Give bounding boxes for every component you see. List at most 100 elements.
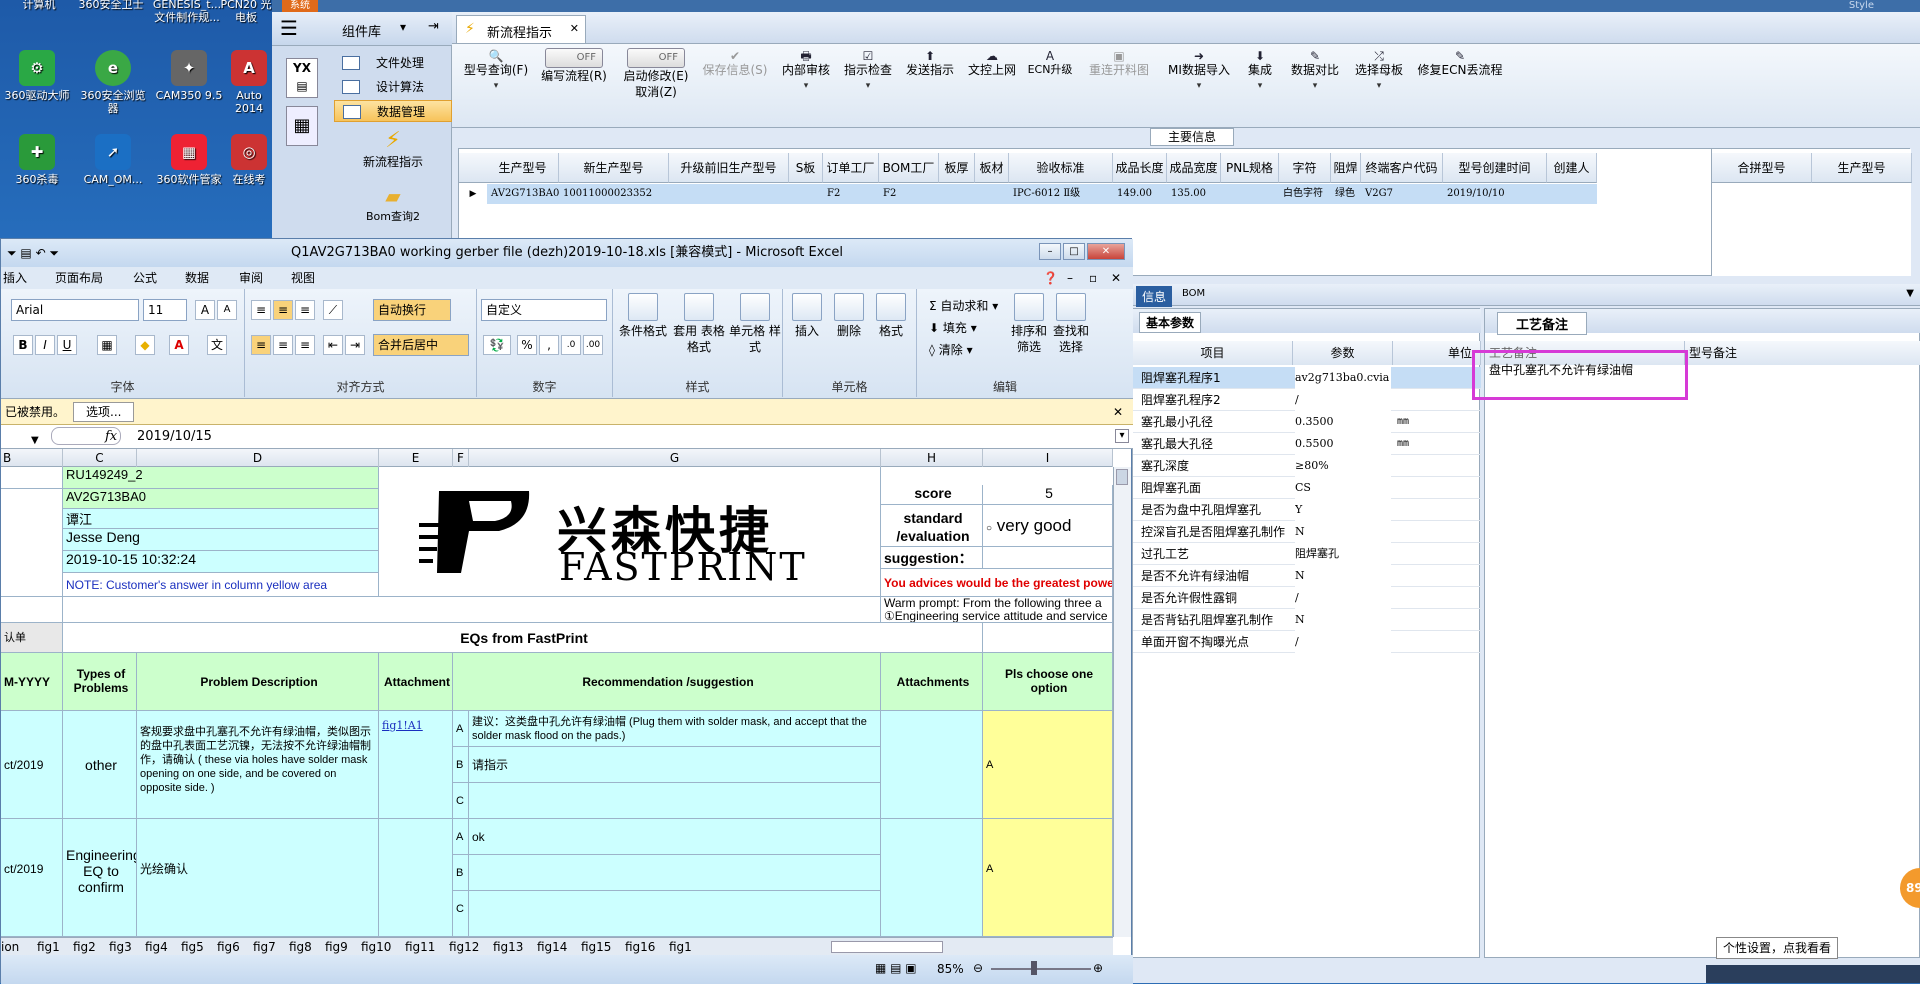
grow-font-icon[interactable]: A — [195, 300, 215, 320]
cell-row2-recommendation-a[interactable]: ok — [469, 819, 881, 855]
sheet-tab[interactable]: fig2 — [73, 938, 96, 955]
grid-cell[interactable]: F2 — [879, 184, 939, 204]
yx-logo-icon[interactable]: YX ▤ — [286, 58, 318, 98]
increase-indent-icon[interactable]: ⇥ — [345, 335, 365, 355]
grid-cell[interactable] — [1547, 184, 1597, 204]
param-value[interactable]: N — [1295, 565, 1391, 587]
cell-row1-option[interactable]: A — [983, 711, 1113, 819]
param-row[interactable]: 是否为盘中孔阻焊塞孔 Y — [1133, 499, 1481, 521]
column-header[interactable]: G — [469, 449, 881, 467]
orientation-icon[interactable]: ⟋ — [323, 300, 343, 320]
zoom-slider[interactable] — [991, 968, 1091, 970]
doc-online-button[interactable]: ☁ 文控上网 — [964, 48, 1020, 78]
param-row[interactable]: 是否不允许有绿油帽 N — [1133, 565, 1481, 587]
cell-option-b[interactable]: B — [453, 855, 469, 891]
cell-row2-attachment[interactable] — [379, 819, 453, 937]
param-row[interactable]: 是否背钻孔阻焊塞孔制作 N — [1133, 609, 1481, 631]
tab-insert[interactable]: 插入 — [3, 267, 27, 289]
align-top-icon[interactable]: ≡ — [251, 300, 271, 320]
cell-advice[interactable]: You advices would be the greatest powe — [881, 569, 1113, 597]
desktop-icon-360-browser[interactable]: e 360安全浏览器 — [76, 50, 150, 115]
start-modify-toggle[interactable]: OFF 启动修改(E) 取消(Z) — [618, 48, 694, 100]
tab-review[interactable]: 审阅 — [239, 267, 263, 289]
param-row[interactable]: 单面开窗不掏曝光点 / — [1133, 631, 1481, 653]
column-header[interactable]: H — [881, 449, 983, 467]
zoom-in-icon[interactable]: ⊕ — [1093, 961, 1103, 975]
param-value[interactable]: N — [1295, 609, 1391, 631]
tab-page-layout[interactable]: 页面布局 — [55, 267, 103, 289]
align-bottom-icon[interactable]: ≡ — [295, 300, 315, 320]
grid-header[interactable]: 生产型号 — [487, 153, 559, 183]
sheet-tab[interactable]: ion — [1, 938, 19, 955]
param-row[interactable]: 阻焊塞孔程序2 / — [1133, 389, 1481, 411]
cell-customer-code[interactable]: RU149249_2 — [63, 467, 379, 489]
phonetic-icon[interactable]: 文 — [207, 335, 227, 355]
grid-header[interactable]: 型号备注 — [1685, 341, 1920, 365]
sheet-tab[interactable]: fig1 — [669, 938, 692, 955]
cell-row2-attachments[interactable] — [881, 819, 983, 937]
desktop-icon-360-driver[interactable]: ⚙ 360驱动大师 — [0, 50, 74, 102]
integrate-button[interactable]: ⬇ 集成 ▾ — [1240, 48, 1280, 94]
sort-filter-button[interactable]: 排序和 筛选 — [1009, 293, 1049, 355]
param-value[interactable]: / — [1295, 631, 1391, 653]
cell[interactable] — [983, 623, 1113, 653]
formula-input[interactable]: 2019/10/15 — [137, 425, 212, 449]
cell-row1-attachments[interactable] — [881, 711, 983, 819]
border-icon[interactable]: ▦ — [97, 335, 117, 355]
cell-row1-type[interactable]: other — [63, 711, 137, 819]
desktop-icon-online-exam[interactable]: ◎ 在线考 — [226, 134, 272, 186]
grid-cell[interactable]: AV2G713BA0 — [487, 184, 559, 204]
zoom-slider-thumb[interactable] — [1031, 961, 1037, 975]
cell-standard-label[interactable]: standard /evaluation — [881, 505, 983, 547]
find-select-button[interactable]: 查找和 选择 — [1051, 293, 1091, 355]
param-value[interactable]: / — [1295, 587, 1391, 609]
bom-query-button[interactable]: ▰ Bom查询2 — [334, 184, 452, 224]
grid-header[interactable]: 阻焊 — [1331, 153, 1361, 183]
grid-header[interactable]: 项目 — [1133, 341, 1293, 365]
param-row[interactable]: 阻焊塞孔程序1 av2g713ba0.cvia — [1133, 367, 1481, 389]
menu-icon[interactable]: ☰ — [280, 18, 298, 38]
param-value[interactable]: N — [1295, 521, 1391, 543]
sheet-tab[interactable]: fig10 — [361, 938, 391, 955]
desktop-icon-genesis[interactable]: GENESIS_t... 文件制作规... — [150, 0, 224, 24]
database-icon[interactable]: ▦ — [286, 106, 318, 146]
cell-suggestion-label[interactable]: suggestion： — [881, 547, 983, 569]
fix-ecn-button[interactable]: ✎ 修复ECN丢流程 — [1414, 48, 1506, 78]
cell-header-date[interactable]: M-YYYY — [1, 653, 63, 711]
scroll-thumb[interactable] — [1116, 469, 1128, 485]
bold-button[interactable]: B — [13, 335, 33, 355]
increase-decimal-icon[interactable]: .0 — [561, 335, 581, 355]
grid-header[interactable]: 字符 — [1279, 153, 1331, 183]
grid-header[interactable]: 验收标准 — [1009, 153, 1113, 183]
sheet-tab[interactable]: fig14 — [537, 938, 567, 955]
cell-option-a[interactable]: A — [453, 819, 469, 855]
clear-button[interactable]: ◊ 清除 ▾ — [929, 341, 973, 358]
cell-option-c[interactable]: C — [453, 891, 469, 937]
param-row[interactable]: 塞孔最大孔径 0.5500 mm — [1133, 433, 1481, 455]
grid-header[interactable]: 合拼型号 — [1712, 153, 1812, 183]
param-value[interactable]: CS — [1295, 477, 1391, 499]
grid-header[interactable]: 创建人 — [1547, 153, 1597, 183]
grid-cell[interactable]: F2 — [823, 184, 879, 204]
nav-item-data-management[interactable]: 数据管理 — [334, 100, 452, 122]
sheet-tab[interactable]: fig13 — [493, 938, 523, 955]
cell-header-recommendation[interactable]: Recommendation /suggestion — [453, 653, 881, 711]
grid-cell[interactable] — [789, 184, 823, 204]
sheet-tab[interactable]: fig1 — [37, 938, 60, 955]
expand-formula-icon[interactable]: ▾ — [1115, 429, 1129, 443]
fill-button[interactable]: ⬇ 填充 ▾ — [929, 319, 977, 336]
cell-row2-type[interactable]: Engineering EQ to confirm — [63, 819, 137, 937]
close-button[interactable]: ✕ — [1087, 243, 1125, 260]
cell-row2-description[interactable]: 光绘确认 — [137, 819, 379, 937]
reconnect-cutting-button[interactable]: ▣ 重连开料图 — [1084, 48, 1154, 78]
cell-row1-description[interactable]: 客规要求盘中孔塞孔不允许有绿油帽，类似图示的盘中孔表面工艺沉镍，无法按不允许绿油… — [137, 711, 379, 819]
save-info-button[interactable]: ✔ 保存信息(S) — [700, 48, 770, 78]
param-row[interactable]: 是否允许假性露铜 / — [1133, 587, 1481, 609]
grid-header[interactable]: 升级前旧生产型号 — [669, 153, 789, 183]
grid-header[interactable]: 板厚 — [939, 153, 975, 183]
view-mode-icons[interactable]: ▦ ▤ ▣ — [875, 961, 917, 975]
tab-data[interactable]: 数据 — [185, 267, 209, 289]
grid-header[interactable]: 成品长度 — [1113, 153, 1167, 183]
cell[interactable] — [1, 489, 63, 597]
desktop-icon-cam-om[interactable]: ➚ CAM_OM... — [76, 134, 150, 186]
